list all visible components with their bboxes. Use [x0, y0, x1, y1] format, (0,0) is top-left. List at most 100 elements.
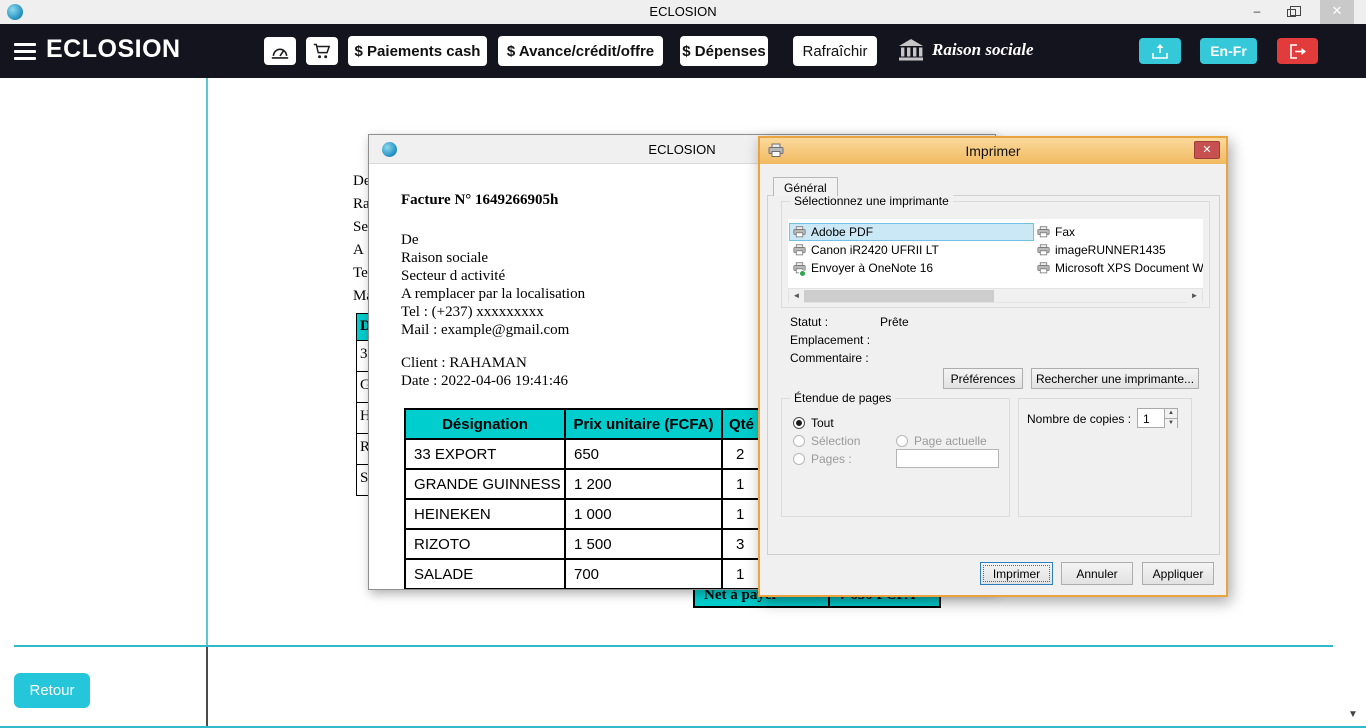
- radio-page-actuelle[interactable]: [896, 435, 908, 447]
- window-titlebar: ECLOSION – ✕: [0, 0, 1366, 24]
- invoice-row: RIZOTO 1 500 3: [405, 529, 802, 559]
- cell-designation: RIZOTO: [405, 529, 565, 559]
- export-button[interactable]: [1139, 38, 1181, 64]
- col-prix-unitaire: Prix unitaire (FCFA): [565, 409, 722, 439]
- print-dialog-title: Imprimer: [760, 138, 1226, 164]
- dashboard-button[interactable]: [264, 37, 296, 65]
- depenses-button[interactable]: $ Dépenses: [680, 36, 768, 66]
- logout-button[interactable]: [1277, 38, 1318, 64]
- invoice-row: HEINEKEN 1 000 1: [405, 499, 802, 529]
- scroll-down-icon[interactable]: ▼: [1348, 709, 1358, 720]
- print-dialog-titlebar: Imprimer ✕: [760, 138, 1226, 164]
- printer-group-label: Sélectionnez une imprimante: [790, 194, 953, 208]
- sender-line: Raison sociale: [401, 249, 585, 267]
- radio-selection-label: Sélection: [811, 434, 860, 448]
- pages-range-group-label: Étendue de pages: [790, 391, 895, 405]
- cell-designation: 33 EXPORT: [405, 439, 565, 469]
- spin-down-icon[interactable]: ▼: [1165, 419, 1177, 428]
- cell-prix: 650: [565, 439, 722, 469]
- invoice-date: Date : 2022-04-06 19:41:46: [401, 373, 568, 390]
- statut-value: Prête: [880, 315, 909, 329]
- appliquer-button[interactable]: Appliquer: [1142, 562, 1214, 585]
- printer-item-icon: [793, 244, 806, 256]
- window-title: ECLOSION: [0, 0, 1366, 24]
- radio-tout-label: Tout: [811, 416, 834, 430]
- radio-tout[interactable]: [793, 417, 805, 429]
- hscroll-thumb[interactable]: [804, 290, 994, 302]
- gauge-icon: [270, 42, 290, 60]
- printer-label: Fax: [1055, 225, 1075, 239]
- invoice-table: Désignation Prix unitaire (FCFA) Qté 33 …: [404, 408, 803, 590]
- printer-item-fax[interactable]: Fax: [1034, 223, 1078, 241]
- radio-page-actuelle-label: Page actuelle: [914, 434, 987, 448]
- cell-prix: 700: [565, 559, 722, 589]
- logout-icon: [1290, 44, 1306, 59]
- minimize-button[interactable]: –: [1242, 0, 1272, 24]
- company-name: Raison sociale: [932, 40, 1034, 60]
- radio-pages-label: Pages :: [811, 452, 852, 466]
- radio-pages[interactable]: [793, 453, 805, 465]
- copies-group: Nombre de copies : 1 ▲ ▼: [1018, 398, 1192, 517]
- default-printer-badge: [799, 270, 806, 277]
- printer-item-imagerunner[interactable]: imageRUNNER1435: [1034, 241, 1169, 259]
- cart-icon: [312, 42, 332, 60]
- cell-designation: SALADE: [405, 559, 565, 589]
- col-designation: Désignation: [405, 409, 565, 439]
- navbar: ECLOSION $ Paiements cash $ Avance/crédi…: [0, 24, 1366, 78]
- avance-credit-offre-button[interactable]: $ Avance/crédit/offre: [498, 36, 663, 66]
- hscroll-left-arrow[interactable]: ◄: [789, 289, 804, 303]
- printer-item-icon: [793, 262, 806, 274]
- printer-item-xps[interactable]: Microsoft XPS Document W: [1034, 259, 1203, 277]
- cart-button[interactable]: [306, 37, 338, 65]
- emplacement-label: Emplacement :: [790, 333, 870, 347]
- cell-designation: GRANDE GUINNESS: [405, 469, 565, 499]
- invoice-client: Client : RAHAMAN: [401, 355, 527, 372]
- copies-value: 1: [1138, 409, 1164, 427]
- sender-line: De: [401, 231, 585, 249]
- sender-line: Mail : example@gmail.com: [401, 321, 585, 339]
- printer-label: Adobe PDF: [811, 225, 873, 239]
- copies-stepper[interactable]: 1 ▲ ▼: [1137, 408, 1178, 428]
- vertical-divider-gray: [206, 647, 208, 728]
- printer-label: Envoyer à OneNote 16: [811, 261, 933, 275]
- hscroll-right-arrow[interactable]: ►: [1187, 289, 1202, 303]
- spin-up-icon[interactable]: ▲: [1165, 409, 1177, 419]
- cell-prix: 1 500: [565, 529, 722, 559]
- app-brand: ECLOSION: [46, 35, 181, 64]
- printer-item-icon: [1037, 226, 1050, 238]
- sender-line: Secteur d activité: [401, 267, 585, 285]
- tab-general[interactable]: Général: [773, 177, 838, 196]
- printer-item-icon: [1037, 244, 1050, 256]
- preferences-button[interactable]: Préférences: [943, 368, 1023, 389]
- bank-icon: [898, 39, 924, 66]
- print-dialog-close-button[interactable]: ✕: [1194, 141, 1220, 159]
- printer-item-canon[interactable]: Canon iR2420 UFRII LT: [790, 241, 942, 259]
- cell-prix: 1 000: [565, 499, 722, 529]
- sender-line: Tel : (+237) xxxxxxxxx: [401, 303, 585, 321]
- copies-label: Nombre de copies :: [1027, 412, 1131, 426]
- pages-range-group: Étendue de pages Tout Sélection Page act…: [781, 398, 1010, 517]
- cell-prix: 1 200: [565, 469, 722, 499]
- printer-item-onenote[interactable]: Envoyer à OneNote 16: [790, 259, 936, 277]
- main-content: De Ra Se A Te Ma D 3 G H R S Net à payer…: [0, 78, 1366, 728]
- language-toggle-button[interactable]: En-Fr: [1200, 38, 1257, 64]
- invoice-row: GRANDE GUINNESS 1 200 1: [405, 469, 802, 499]
- radio-selection[interactable]: [793, 435, 805, 447]
- printer-list-hscrollbar[interactable]: ◄ ►: [788, 288, 1203, 303]
- rafraichir-button[interactable]: Rafraîchir: [793, 36, 877, 66]
- close-button[interactable]: ✕: [1320, 0, 1354, 24]
- invoice-row: SALADE 700 1: [405, 559, 802, 589]
- printer-list: Adobe PDF Canon iR2420 UFRII LT Envoyer …: [788, 219, 1203, 288]
- printer-label: Canon iR2420 UFRII LT: [811, 243, 939, 257]
- paiements-cash-button[interactable]: $ Paiements cash: [348, 36, 487, 66]
- horizontal-divider-teal: [14, 645, 1333, 647]
- imprimer-button[interactable]: Imprimer: [980, 562, 1053, 585]
- pages-range-input[interactable]: [896, 449, 999, 468]
- menu-icon[interactable]: [14, 43, 36, 64]
- printer-item-icon: [793, 226, 806, 238]
- printer-item-adobe-pdf[interactable]: Adobe PDF: [789, 223, 1034, 241]
- retour-button[interactable]: Retour: [14, 673, 90, 708]
- rechercher-imprimante-button[interactable]: Rechercher une imprimante...: [1031, 368, 1199, 389]
- restore-button[interactable]: [1276, 0, 1306, 24]
- annuler-button[interactable]: Annuler: [1061, 562, 1133, 585]
